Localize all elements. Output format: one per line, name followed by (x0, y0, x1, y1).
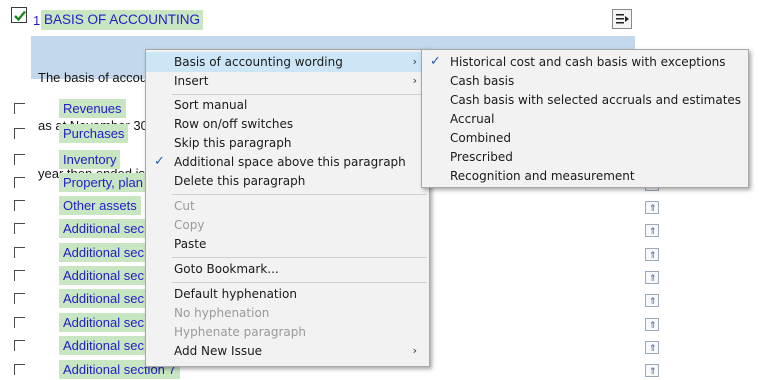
section-link[interactable]: Additional sec (59, 289, 148, 308)
heading-title[interactable]: BASIS OF ACCOUNTING (41, 10, 204, 30)
row-checkbox[interactable] (14, 340, 25, 351)
move-right-icon[interactable] (612, 9, 632, 29)
section-link[interactable]: Property, plan (59, 173, 147, 192)
mouse-edit-icon[interactable]: ⇑ (645, 201, 659, 214)
chevron-right-icon: › (412, 55, 417, 68)
menu-separator (172, 282, 427, 283)
menu-item-goto-bookmark[interactable]: Goto Bookmark... (146, 259, 429, 279)
mouse-edit-icon[interactable]: ⇑ (645, 364, 659, 377)
section-link[interactable]: Additional sec (59, 219, 148, 238)
section-link[interactable]: Additional sec (59, 313, 148, 332)
section-link[interactable]: Additional sec (59, 336, 148, 355)
submenu-item-prescribed[interactable]: Prescribed (422, 147, 748, 167)
context-menu: Basis of accounting wording › Insert › Sor… (145, 49, 430, 367)
menu-item-basis-wording[interactable]: Basis of accounting wording › (146, 52, 429, 72)
menu-separator (172, 257, 427, 258)
menu-item-skip-paragraph[interactable]: Skip this paragraph (146, 133, 429, 153)
section-link[interactable]: Additional sec (59, 243, 148, 262)
checkmark-icon: ✓ (430, 54, 441, 69)
mouse-edit-icon[interactable]: ⇑ (645, 318, 659, 331)
menu-item-copy[interactable]: Copy (146, 215, 429, 235)
mouse-edit-icon[interactable]: ⇑ (645, 224, 659, 237)
menu-item-additional-space[interactable]: ✓ Additional space above this paragraph (146, 152, 429, 172)
row-checkbox[interactable] (14, 247, 25, 258)
row-checkbox[interactable] (14, 293, 25, 304)
row-checkbox[interactable] (14, 128, 25, 139)
section-link[interactable]: Inventory (59, 150, 121, 169)
basis-wording-submenu: ✓ Historical cost and cash basis with exc… (421, 49, 749, 188)
menu-item-sort-manual[interactable]: Sort manual (146, 95, 429, 115)
menu-item-cut[interactable]: Cut (146, 196, 429, 216)
checkmark-icon (14, 10, 26, 22)
heading-checkbox[interactable] (11, 7, 27, 23)
menu-item-hyphenate-paragraph[interactable]: Hyphenate paragraph (146, 322, 429, 342)
row-checkbox[interactable] (14, 364, 25, 375)
mouse-edit-icon[interactable]: ⇑ (645, 271, 659, 284)
section-link[interactable]: Other assets (59, 196, 141, 215)
menu-item-delete-paragraph[interactable]: Delete this paragraph (146, 171, 429, 191)
section-link[interactable]: Revenues (59, 99, 126, 118)
menu-item-default-hyphenation[interactable]: Default hyphenation (146, 284, 429, 304)
menu-separator (172, 194, 427, 195)
chevron-right-icon: › (412, 74, 417, 87)
submenu-item-combined[interactable]: Combined (422, 128, 748, 148)
row-checkbox[interactable] (14, 103, 25, 114)
submenu-item-accrual[interactable]: Accrual (422, 109, 748, 129)
chevron-right-icon: › (412, 344, 417, 357)
menu-item-no-hyphenation[interactable]: No hyphenation (146, 303, 429, 323)
mouse-edit-icon[interactable]: ⇑ (645, 294, 659, 307)
row-checkbox[interactable] (14, 317, 25, 328)
submenu-item-cash-basis[interactable]: Cash basis (422, 71, 748, 91)
row-checkbox[interactable] (14, 270, 25, 281)
menu-item-row-switches[interactable]: Row on/off switches (146, 114, 429, 134)
menu-item-add-new-issue[interactable]: Add New Issue › (146, 341, 429, 361)
row-checkbox[interactable] (14, 223, 25, 234)
checkmark-icon: ✓ (154, 154, 165, 169)
section-link[interactable]: Additional sec (59, 266, 148, 285)
section-link[interactable]: Purchases (59, 124, 129, 143)
submenu-item-cash-basis-accruals[interactable]: Cash basis with selected accruals and es… (422, 90, 748, 110)
submenu-item-historical-cost[interactable]: ✓ Historical cost and cash basis with exc… (422, 52, 748, 72)
menu-item-paste[interactable]: Paste (146, 234, 429, 254)
row-checkbox[interactable] (14, 154, 25, 165)
mouse-edit-icon[interactable]: ⇑ (645, 341, 659, 354)
mouse-edit-icon[interactable]: ⇑ (645, 248, 659, 261)
row-checkbox[interactable] (14, 200, 25, 211)
menu-item-insert[interactable]: Insert › (146, 71, 429, 91)
submenu-item-recognition[interactable]: Recognition and measurement (422, 166, 748, 186)
row-checkbox[interactable] (14, 177, 25, 188)
